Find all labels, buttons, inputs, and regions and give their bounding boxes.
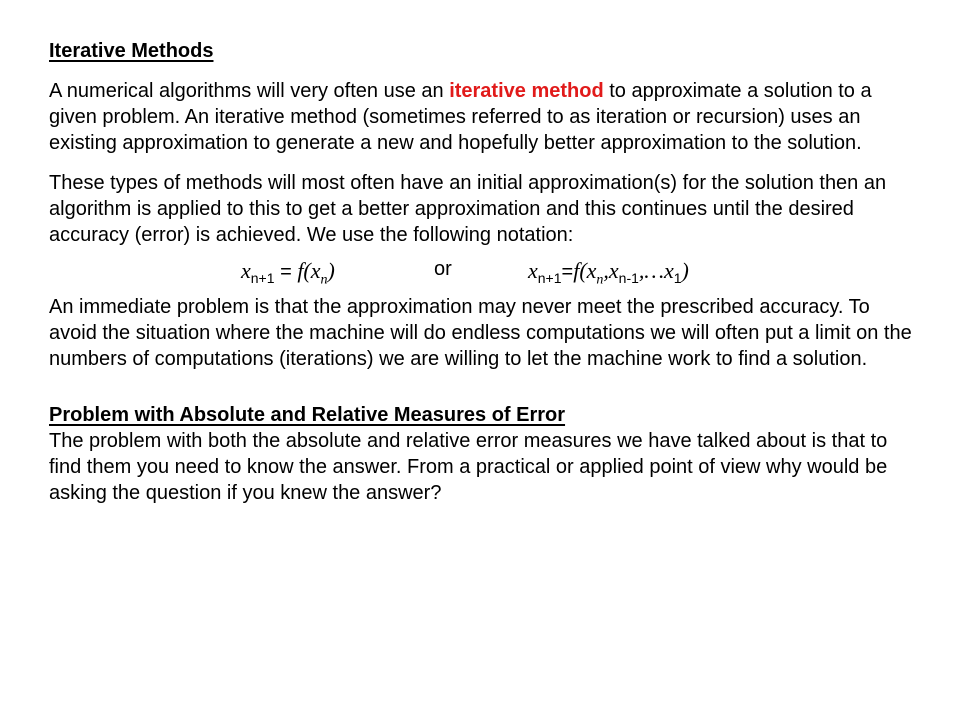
formula-arg: ,x (603, 258, 619, 283)
error-measures-paragraph: The problem with both the absolute and r… (49, 430, 888, 504)
formula-single-step: xn+1 = f(xn) (241, 258, 335, 288)
formula-separator: or (434, 258, 452, 280)
formula-func: f(x (297, 258, 321, 283)
formula-arg-sub: n (320, 272, 328, 288)
notation-paragraph: These types of methods will most often h… (49, 172, 887, 246)
section-heading-iterative-methods: Iterative Methods (49, 40, 214, 62)
formula-multi-step: xn+1=f(xn,xn-1,…x1) (528, 258, 689, 288)
highlighted-term: iterative method (449, 80, 604, 102)
limit-paragraph: An immediate problem is that the approxi… (49, 296, 912, 370)
formula-equals: = (274, 261, 298, 283)
formula-arg: ,…x (638, 258, 674, 283)
document-page: Iterative Methods A numerical algorithms… (49, 38, 919, 506)
formula-close: ) (681, 258, 689, 283)
formula-var: x (241, 258, 251, 283)
intro-paragraph: A numerical algorithms will very often u… (49, 78, 919, 156)
formula-func: f(x (573, 258, 597, 283)
formula-sub: n+1 (250, 270, 275, 287)
notation-formula: xn+1 = f(xn) or xn+1=f(xn,xn-1,…x1) (49, 256, 919, 290)
formula-sub: n+1 (537, 270, 562, 287)
formula-arg-sub: 1 (673, 270, 682, 287)
intro-text-start: A numerical algorithms will very often u… (49, 80, 450, 102)
section-heading-error-measures: Problem with Absolute and Relative Measu… (49, 404, 566, 426)
formula-arg-sub: n-1 (618, 270, 639, 287)
formula-close: ) (327, 258, 335, 283)
formula-equals: = (561, 261, 574, 283)
formula-var: x (528, 258, 538, 283)
